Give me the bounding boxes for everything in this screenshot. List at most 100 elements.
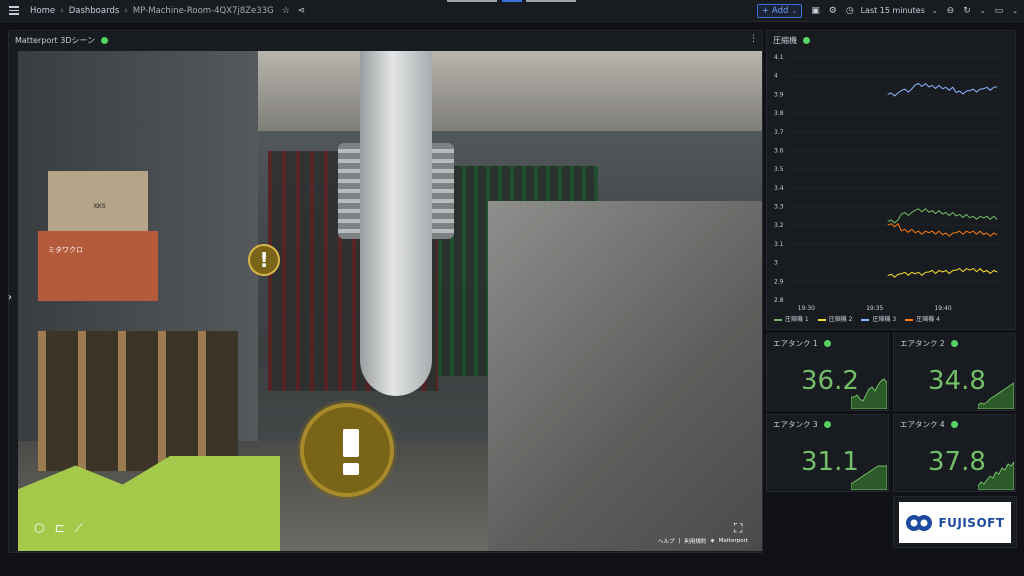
measure-icon[interactable]: ⟋ (75, 521, 83, 536)
chevron-right-icon: › (60, 5, 64, 16)
box-label: ミタワクロ (48, 246, 83, 254)
mattertag-warning-icon[interactable] (300, 403, 394, 497)
scene-toolbar: ⬡ ⊏ ⟋ (34, 521, 83, 536)
y-tick-label: 2.8 (774, 297, 784, 304)
legend-label: 圧縮機 3 (872, 316, 897, 323)
legend-label: 圧縮機 1 (785, 316, 809, 323)
legend-label: 圧縮機 4 (916, 316, 940, 323)
status-dot (823, 421, 831, 428)
compressor-line-chart: 4.1 4 3.9 3.8 3.7 3.6 3.5 3.4 3.3 3.2 3.1 3 2.9 2.8 19… (774, 54, 1004, 312)
attribution: ヘルプ | 利用規約 ◈ Matterport (658, 537, 748, 545)
chevron-down-icon[interactable]: ⌄ (1012, 7, 1018, 15)
cardboard-box: ミタワクロ (38, 231, 158, 301)
top-navbar: Home › Dashboards › MP-Machine-Room-4QX7… (0, 0, 1024, 22)
refresh-icon[interactable]: ↻ (963, 6, 971, 16)
exclamation-dot (343, 463, 359, 475)
panel-title: エアタンク 3 (773, 419, 831, 430)
y-tick-label: 3.9 (774, 91, 784, 98)
time-range-label: Last 15 minutes (860, 6, 925, 15)
y-tick-label: 3.1 (774, 241, 784, 248)
status-dot (950, 421, 958, 428)
breadcrumb-home[interactable]: Home (30, 6, 55, 16)
sparkline (978, 461, 1014, 490)
zoom-out-icon[interactable]: ⊖ (947, 6, 955, 16)
sparkline (978, 382, 1014, 409)
add-button[interactable]: + Add ⌄ (756, 4, 803, 18)
y-tick-label: 3.4 (774, 185, 784, 192)
tv-mode-icon[interactable]: ▭ (995, 6, 1004, 16)
save-icon[interactable]: ▣ (811, 6, 820, 16)
legend-swatch (817, 318, 826, 321)
terms-link[interactable]: 利用規約 (684, 537, 706, 545)
compressor-machine (488, 201, 762, 551)
share-icon[interactable]: ⋖ (298, 6, 306, 16)
y-tick-label: 3.2 (774, 222, 784, 229)
star-icon[interactable]: ☆ (282, 6, 290, 16)
menu-icon[interactable] (9, 6, 19, 15)
white-pipe (360, 51, 432, 396)
legend-label: 圧縮機 2 (828, 316, 853, 323)
sparkline-area (851, 378, 887, 409)
chart-legend: 圧縮機 1 圧縮機 2 圧縮機 3 圧縮機 4 (774, 314, 940, 323)
plus-icon: + (761, 6, 769, 16)
y-tick-label: 3.8 (774, 110, 784, 117)
breadcrumb-dashboards[interactable]: Dashboards (69, 6, 120, 16)
chevron-down-icon[interactable]: ⌄ (980, 7, 986, 15)
tab-indicator (526, 0, 576, 2)
legend-item[interactable]: 圧縮機 4 (905, 314, 940, 323)
legend-swatch (861, 318, 870, 321)
x-tick-label: 19:30 (798, 305, 815, 312)
legend-item[interactable]: 圧縮機 3 (861, 314, 896, 323)
separator: | (678, 538, 681, 544)
series-line (887, 222, 998, 237)
panel-title: エアタンク 2 (900, 338, 958, 349)
air-tank-stat-panel: エアタンク 2 34.8 (893, 333, 1016, 411)
chevron-right-icon: › (124, 5, 128, 16)
gear-icon[interactable]: ⚙ (829, 6, 837, 16)
fujisoft-mark-icon (906, 514, 933, 531)
panel-title: エアタンク 1 (773, 338, 831, 349)
x-tick-label: 19:35 (866, 305, 883, 312)
sparkline-area (978, 382, 1014, 409)
y-tick-label: 3.6 (774, 147, 784, 154)
chevron-down-icon: ⌄ (791, 7, 798, 15)
legend-swatch (774, 318, 782, 321)
tab-indicator-active (502, 0, 522, 2)
add-button-label: Add (771, 6, 789, 16)
series-line (887, 82, 998, 97)
status-dot (950, 340, 958, 347)
clock-icon: ◷ (845, 6, 854, 16)
time-picker[interactable]: ◷ Last 15 minutes ⌄ (846, 6, 938, 16)
help-link[interactable]: ヘルプ (658, 537, 675, 545)
ceiling (208, 51, 762, 131)
air-tank-stat-panel: エアタンク 3 31.1 (766, 414, 889, 492)
panel-title-text: Matterport 3Dシーン (15, 36, 96, 45)
status-dot (101, 37, 109, 44)
sparkline (851, 465, 887, 490)
wooden-shelf (38, 331, 238, 471)
mattertag-warning-icon[interactable]: ! (248, 244, 280, 276)
dollhouse-icon[interactable]: ⬡ (34, 521, 44, 536)
legend-item[interactable]: 圧縮機 1 (774, 314, 809, 323)
legend-item[interactable]: 圧縮機 2 (817, 314, 853, 323)
matterport-3d-view[interactable]: KKS ミタワクロ ! ⬡ ⊏ ⟋ ⛶ ヘルプ | 利用規約 ◈ Matterp… (18, 51, 762, 551)
panel-title-text: エアタンク 3 (773, 420, 818, 429)
fullscreen-icon[interactable]: ⛶ (734, 521, 742, 536)
tab-indicator (447, 0, 497, 2)
air-tank-stat-panel: エアタンク 1 36.2 (766, 333, 889, 411)
panel-menu-icon[interactable]: ⋮ (749, 34, 758, 44)
sparkline-area (978, 461, 1014, 490)
y-tick-label: 3.5 (774, 166, 784, 173)
y-tick-label: 4.1 (774, 54, 784, 61)
air-tank-stat-panel: エアタンク 4 37.8 (893, 414, 1016, 492)
floorplan-icon[interactable]: ⊏ (54, 521, 64, 536)
y-tick-label: 3 (774, 260, 778, 267)
y-tick-label: 3.3 (774, 204, 784, 211)
sparkline (851, 378, 887, 409)
logo-panel: FUJISOFT (893, 496, 1017, 548)
status-dot (823, 340, 831, 347)
chevron-right-icon[interactable]: › (8, 292, 12, 303)
matterport-brand: Matterport (718, 538, 748, 544)
series-line (887, 267, 998, 278)
series-line (887, 208, 998, 224)
